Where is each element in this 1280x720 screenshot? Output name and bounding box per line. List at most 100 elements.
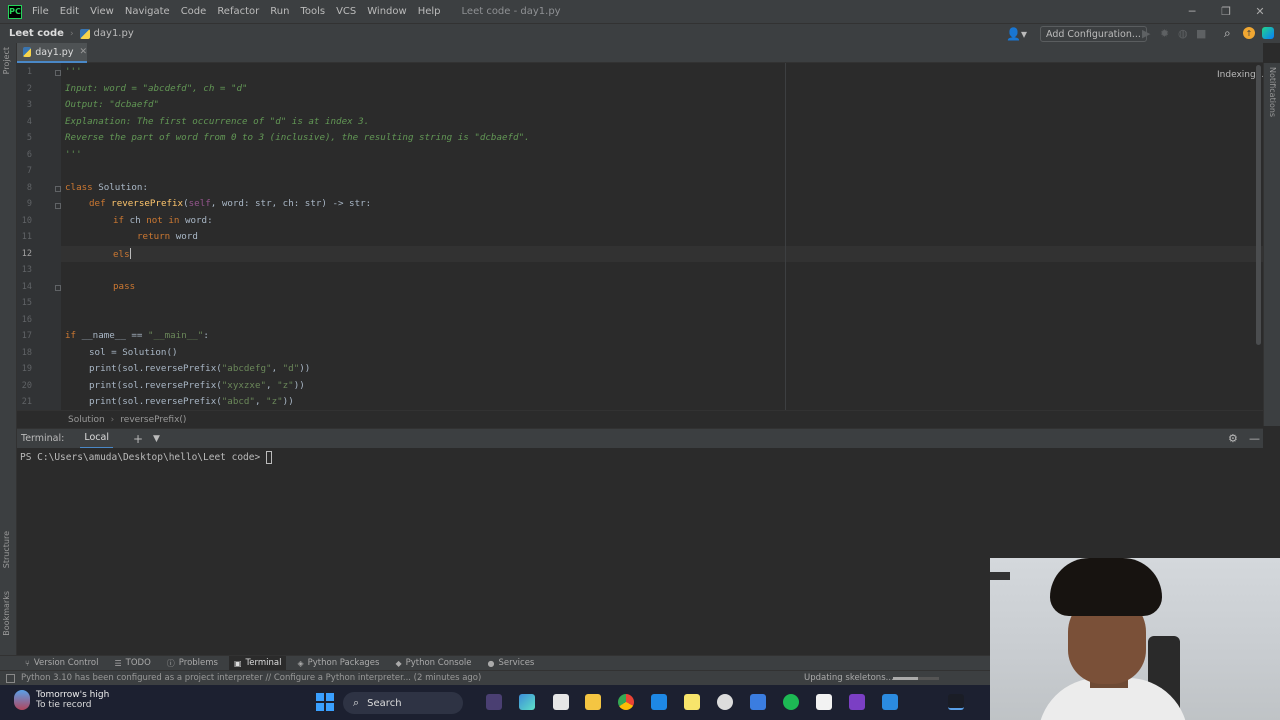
status-message-icon xyxy=(6,673,15,683)
keyword: pass xyxy=(113,281,136,292)
string-literal: "z" xyxy=(277,380,294,391)
terminal-button[interactable]: ▣ Terminal xyxy=(228,655,287,671)
string-literal: "abcdefg" xyxy=(221,363,272,374)
python-console-button[interactable]: ◆ Python Console xyxy=(390,656,476,671)
menu-file[interactable]: File xyxy=(32,6,49,17)
menu-tools[interactable]: Tools xyxy=(300,6,325,17)
menu-edit[interactable]: Edit xyxy=(60,6,79,17)
close-window-icon[interactable]: ✕ xyxy=(1244,0,1276,23)
pycharm-taskbar-icon[interactable] xyxy=(948,694,964,710)
stop-icon[interactable]: ■ xyxy=(1196,27,1206,40)
tab-day1-py[interactable]: day1.py ✕ xyxy=(17,43,87,63)
fold-marker-icon[interactable] xyxy=(55,186,61,192)
ide-update-icon[interactable]: ↑ xyxy=(1243,27,1255,39)
clock-icon[interactable] xyxy=(717,694,733,710)
tool-window-label: Problems xyxy=(178,658,218,668)
user-account-icon[interactable]: 👤▾ xyxy=(1006,27,1027,41)
project-tool-button[interactable]: Project xyxy=(2,47,11,74)
todo-button[interactable]: ☰ TODO xyxy=(110,656,156,671)
code-token: , xyxy=(254,396,267,407)
file-explorer-icon[interactable] xyxy=(585,694,601,710)
notion-icon[interactable] xyxy=(816,694,832,710)
code-line-10: if ch not in word: xyxy=(113,215,213,226)
terminal-prompt-text: PS C:\Users\amuda\Desktop\hello\Leet cod… xyxy=(20,452,261,463)
current-line-highlight xyxy=(61,246,1263,262)
mail-icon[interactable] xyxy=(651,694,667,710)
tool-window-label: Python Console xyxy=(405,658,472,668)
python-packages-button[interactable]: ◈ Python Packages xyxy=(292,656,384,671)
code-token: )) xyxy=(282,396,294,407)
string-literal: "xyxzxe" xyxy=(221,380,267,391)
menu-window[interactable]: Window xyxy=(367,6,406,17)
background-task-label[interactable]: Updating skeletons... xyxy=(804,673,894,683)
keyword: class xyxy=(65,182,93,193)
code-line-4: Explanation: The first occurrence of "d"… xyxy=(65,116,370,127)
tool-window-label: Python Packages xyxy=(307,658,380,668)
menu-navigate[interactable]: Navigate xyxy=(125,6,170,17)
bookmarks-tool-button[interactable]: Bookmarks xyxy=(2,591,11,636)
code-line-21: print(sol.reversePrefix("abcd", "z")) xyxy=(89,396,294,407)
gear-icon[interactable]: ⚙ xyxy=(1228,432,1238,445)
menu-view[interactable]: View xyxy=(90,6,114,17)
breadcrumb-file-label: day1.py xyxy=(93,28,134,39)
menu-run[interactable]: Run xyxy=(270,6,289,17)
line-number: 11 xyxy=(21,232,32,242)
hide-panel-icon[interactable]: — xyxy=(1249,432,1260,445)
menu-vcs[interactable]: VCS xyxy=(336,6,356,17)
plus-icon[interactable]: + xyxy=(133,432,143,446)
add-configuration-button[interactable]: Add Configuration... xyxy=(1040,26,1147,42)
onenote-icon[interactable] xyxy=(849,694,865,710)
close-tab-icon[interactable]: ✕ xyxy=(79,47,87,57)
taskbar-search[interactable]: ⌕ Search xyxy=(343,692,463,714)
minimize-window-icon[interactable]: ─ xyxy=(1176,0,1208,23)
menu-help[interactable]: Help xyxy=(418,6,441,17)
code-line-19: print(sol.reversePrefix("abcdefg", "d")) xyxy=(89,363,310,374)
restore-window-icon[interactable]: ❐ xyxy=(1210,0,1242,23)
status-message[interactable]: Python 3.10 has been configured as a pro… xyxy=(21,673,481,683)
task-view-icon[interactable] xyxy=(553,694,569,710)
keyword: els xyxy=(113,249,130,260)
breadcrumb-file[interactable]: day1.py xyxy=(79,28,134,39)
breadcrumb-class[interactable]: Solution xyxy=(68,415,105,425)
menu-bar: PC File Edit View Navigate Code Refactor… xyxy=(0,0,1280,23)
code-token: print(sol.reversePrefix( xyxy=(89,380,222,391)
code-line-1: ''' xyxy=(65,66,82,77)
coverage-icon[interactable]: ◍ xyxy=(1178,27,1188,40)
fold-marker-icon[interactable] xyxy=(55,70,61,76)
menu-code[interactable]: Code xyxy=(181,6,207,17)
terminal-cursor xyxy=(266,451,273,464)
tool-window-label: Terminal xyxy=(245,658,282,668)
jetbrains-toolbox-icon[interactable] xyxy=(1262,27,1274,39)
line-number: 20 xyxy=(21,380,32,391)
menu-refactor[interactable]: Refactor xyxy=(217,6,259,17)
code-editor[interactable]: 1 2 3 4 5 6 7 8 9 10 11 12 13 14 15 16 17 18 19 20 21 ''' In… xyxy=(17,63,1263,410)
tool-window-label: Services xyxy=(498,658,535,668)
self-param: self xyxy=(188,198,211,209)
run-icon[interactable]: ▶ xyxy=(1142,27,1150,40)
breadcrumb-project[interactable]: Leet code xyxy=(9,28,64,39)
copilot-icon[interactable] xyxy=(519,694,535,710)
windows-start-icon[interactable] xyxy=(316,693,334,711)
editor-scrollbar[interactable] xyxy=(1256,65,1261,345)
fold-marker-icon[interactable] xyxy=(55,285,61,291)
spotify-icon[interactable] xyxy=(783,694,799,710)
debug-icon[interactable]: ✹ xyxy=(1160,27,1169,40)
weather-widget[interactable]: Tomorrow's high To tie record xyxy=(14,690,109,710)
structure-tool-button[interactable]: Structure xyxy=(2,531,11,568)
chevron-down-icon[interactable]: ▼ xyxy=(153,434,160,444)
search-everywhere-icon[interactable]: ⌕ xyxy=(1224,26,1231,41)
sticky-notes-icon[interactable] xyxy=(684,694,700,710)
code-token: __name__ == xyxy=(76,330,148,341)
fold-marker-icon[interactable] xyxy=(55,203,61,209)
problems-button[interactable]: ⓘ Problems xyxy=(162,656,223,671)
vscode-icon[interactable] xyxy=(882,694,898,710)
tab-terminal-local[interactable]: Local xyxy=(80,429,113,449)
calendar-icon[interactable] xyxy=(750,694,766,710)
notifications-tool-button[interactable]: Notifications xyxy=(1268,67,1277,117)
breadcrumb-method[interactable]: reversePrefix() xyxy=(120,415,186,425)
version-control-button[interactable]: ⑂ Version Control xyxy=(20,656,104,671)
chrome-icon[interactable] xyxy=(618,694,634,710)
services-button[interactable]: ● Services xyxy=(483,656,540,671)
line-number: 21 xyxy=(21,397,32,407)
desktop-app-icon[interactable] xyxy=(486,694,502,710)
